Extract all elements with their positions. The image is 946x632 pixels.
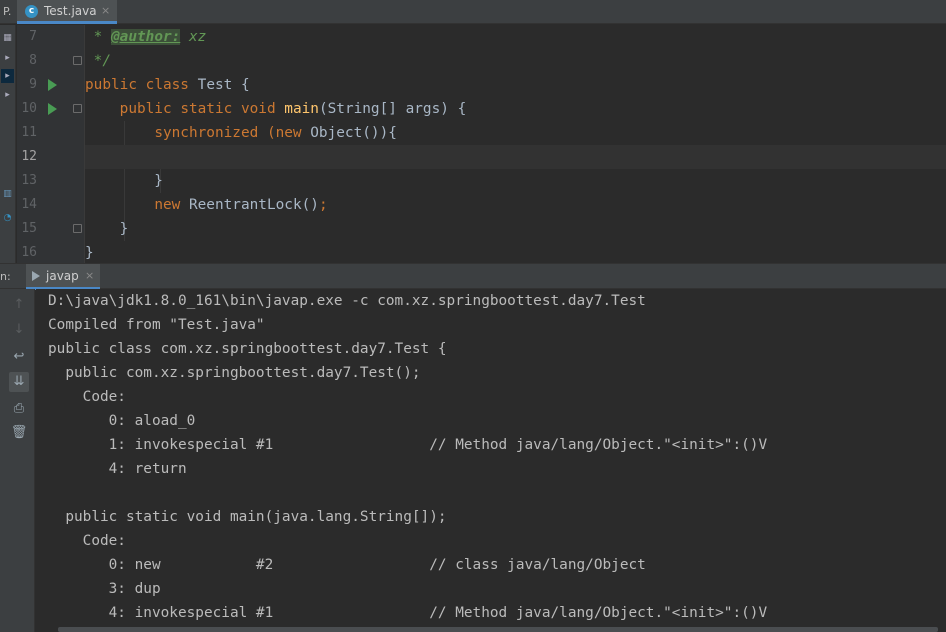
console-line: 1: invokespecial #1 // Method java/lang/… bbox=[48, 437, 768, 453]
console-line: public com.xz.springboottest.day7.Test()… bbox=[48, 365, 421, 381]
line-number: 14 bbox=[21, 197, 37, 212]
line-number: 8 bbox=[29, 53, 37, 68]
file-tab-label: Test.java bbox=[44, 4, 97, 18]
run-tab-javap[interactable]: javap × bbox=[26, 264, 100, 290]
code-editor[interactable]: 7 8 9 10 11 12 13 14 15 16 * @author: xz… bbox=[17, 25, 946, 263]
code-line-13: } bbox=[85, 173, 163, 189]
line-number: 9 bbox=[29, 77, 37, 92]
code-line-15: } bbox=[85, 221, 129, 237]
run-class-icon[interactable] bbox=[48, 79, 57, 91]
editor-tab-bar: P. c Test.java × bbox=[0, 0, 946, 24]
fold-marker-icon[interactable] bbox=[73, 224, 82, 233]
run-main-icon[interactable] bbox=[48, 103, 57, 115]
line-number: 7 bbox=[29, 29, 37, 44]
horizontal-scrollbar[interactable] bbox=[36, 626, 946, 632]
project-tab[interactable]: P. bbox=[0, 0, 17, 24]
console-line: 0: aload_0 bbox=[48, 413, 196, 429]
line-number: 16 bbox=[21, 245, 37, 260]
code-line-12-current bbox=[85, 145, 946, 169]
console-line: public static void main(java.lang.String… bbox=[48, 509, 447, 525]
close-run-tab-icon[interactable]: × bbox=[85, 264, 94, 288]
code-line-11: synchronized (new Object()){ bbox=[154, 125, 397, 141]
scroll-to-end-icon[interactable]: ⇊ bbox=[9, 372, 29, 392]
line-number: 13 bbox=[21, 173, 37, 188]
clock-icon[interactable]: ◔ bbox=[1, 211, 14, 225]
console-output[interactable]: D:\java\jdk1.8.0_161\bin\javap.exe -c co… bbox=[36, 289, 946, 632]
code-line-7: * @author: xz bbox=[85, 29, 207, 45]
fold-marker-icon[interactable] bbox=[73, 104, 82, 113]
line-gutter: 7 8 9 10 11 12 13 14 15 16 bbox=[17, 25, 85, 263]
line-number: 15 bbox=[21, 221, 37, 236]
trash-icon[interactable]: 🗑 bbox=[9, 423, 29, 443]
fold-marker-icon[interactable] bbox=[73, 56, 82, 65]
console-line: D:\java\jdk1.8.0_161\bin\javap.exe -c co… bbox=[48, 293, 646, 309]
run-window-label: n: bbox=[0, 270, 11, 283]
console-line: 3: dup bbox=[48, 581, 161, 597]
run-tab-label: javap bbox=[46, 269, 79, 283]
expand-arrow-icon[interactable]: ▸ bbox=[1, 51, 14, 65]
collapse-arrow-icon[interactable]: ▸ bbox=[1, 88, 14, 102]
line-number: 11 bbox=[21, 125, 37, 140]
code-line-14: new ReentrantLock(); bbox=[154, 197, 328, 213]
left-tool-strip: ▦ ▸ ▸ ▸ ▥ ◔ bbox=[0, 25, 16, 263]
run-toolbar: ↑ ↓ ↩ ⇊ ⎙ 🗑 bbox=[0, 289, 35, 632]
line-number: 10 bbox=[21, 101, 37, 116]
selected-arrow-icon[interactable]: ▸ bbox=[1, 69, 14, 83]
print-icon[interactable]: ⎙ bbox=[9, 399, 29, 419]
code-line-8: */ bbox=[85, 53, 111, 69]
console-line: Code: bbox=[48, 533, 126, 549]
code-line-10: public static void main(String[] args) { bbox=[119, 101, 467, 117]
code-line-16: } bbox=[85, 245, 94, 261]
down-arrow-icon[interactable]: ↓ bbox=[9, 320, 29, 340]
javadoc-author-tag: @author: bbox=[111, 29, 181, 45]
console-line: 0: new #2 // class java/lang/Object bbox=[48, 557, 646, 573]
run-tool-window-header: n: javap × bbox=[0, 263, 946, 290]
file-tab-test-java[interactable]: c Test.java × bbox=[17, 0, 117, 24]
run-config-icon bbox=[32, 271, 40, 281]
class-c-icon: c bbox=[25, 5, 38, 18]
up-arrow-icon[interactable]: ↑ bbox=[9, 295, 29, 315]
code-line-9: public class Test { bbox=[85, 77, 250, 93]
console-line: Code: bbox=[48, 389, 126, 405]
line-number-current: 12 bbox=[21, 149, 37, 164]
console-line: public class com.xz.springboottest.day7.… bbox=[48, 341, 447, 357]
console-line: Compiled from "Test.java" bbox=[48, 317, 265, 333]
scrollbar-thumb[interactable] bbox=[58, 627, 938, 632]
console-line: 4: return bbox=[48, 461, 187, 477]
chart-icon[interactable]: ▥ bbox=[1, 187, 14, 201]
soft-wrap-icon[interactable]: ↩ bbox=[9, 347, 29, 367]
console-line: 4: invokespecial #1 // Method java/lang/… bbox=[48, 605, 768, 621]
close-tab-icon[interactable]: × bbox=[101, 0, 110, 22]
folder-icon[interactable]: ▦ bbox=[1, 31, 14, 45]
